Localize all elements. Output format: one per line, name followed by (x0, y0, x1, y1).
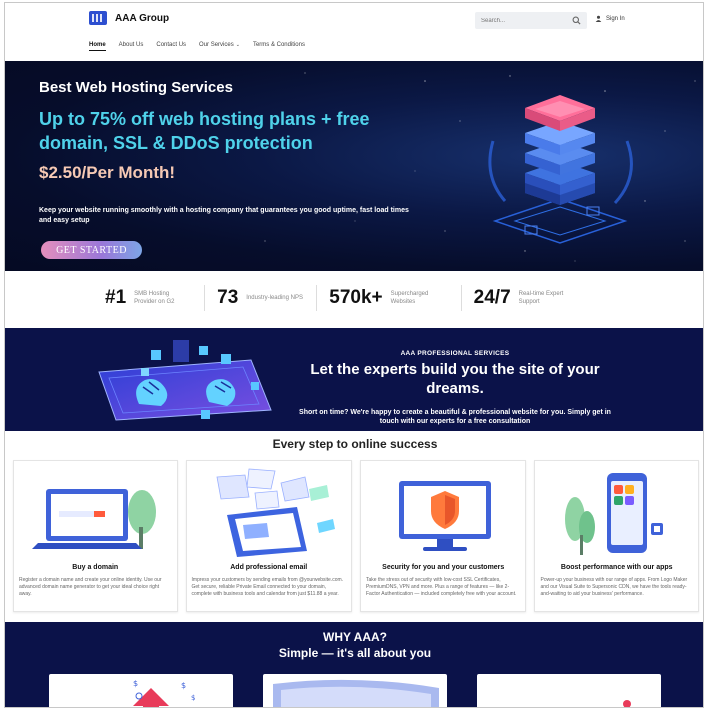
stat-label: Industry-leading NPS (246, 295, 303, 301)
hero-price: $2.50/Per Month! (39, 163, 176, 182)
stat-value: #1 (105, 287, 127, 308)
card-title: Boost performance with our apps (560, 564, 673, 571)
server-stack-illustration (488, 95, 633, 244)
card-text: Power-up your business with our range of… (540, 577, 688, 597)
why-card (263, 674, 447, 707)
stat-label: Real-time Expert Support (518, 291, 564, 305)
app-icons-illustration (623, 700, 631, 707)
card-title: Buy a domain (72, 564, 119, 571)
laptop-domain-illustration (32, 489, 156, 549)
laptop-hands-illustration (98, 340, 272, 421)
steps-cards: Buy a domain Register a domain name and … (13, 460, 699, 612)
stat-item: 24/7 Real-time Expert Support (460, 285, 589, 311)
logo-icon (89, 11, 107, 25)
stat-item: #1 SMB Hosting Provider on G2 (105, 285, 204, 311)
svg-text:$: $ (191, 694, 195, 702)
chevron-down-icon: ⌄ (235, 42, 240, 48)
search-icon[interactable] (572, 16, 581, 25)
stat-label: SMB Hosting Provider on G2 (134, 291, 175, 305)
nav-our-services-label: Our Services (199, 42, 234, 48)
professional-services-banner: AAA PROFESSIONAL SERVICES Let the expert… (5, 328, 703, 431)
email-envelopes-illustration (216, 468, 335, 557)
why-title: WHY AAA? (323, 630, 387, 644)
card-text: Take the stress out of security with low… (366, 577, 517, 597)
search-box (475, 12, 587, 29)
page: AAA Group Sign In Home About Us Contact … (4, 2, 704, 708)
stats-row: #1 SMB Hosting Provider on G2 73 Industr… (105, 283, 625, 313)
get-started-button[interactable]: GET STARTED (41, 241, 142, 259)
brand-name: AAA Group (115, 12, 170, 24)
nav-about-us[interactable]: About Us (119, 42, 144, 51)
why-card: $ $ $ (49, 674, 233, 707)
phone-apps-illustration (565, 473, 664, 555)
search-input[interactable] (481, 17, 572, 24)
sign-in-label: Sign In (606, 15, 625, 22)
stat-item: 570k+ Supercharged Websites (316, 285, 460, 311)
hero-kicker: Best Web Hosting Services (39, 79, 233, 96)
site-header: AAA Group Sign In Home About Us Contact … (5, 3, 703, 61)
svg-text:$: $ (133, 679, 138, 688)
hero-headline: Up to 75% off web hosting plans + free d… (39, 109, 370, 153)
nav-home[interactable]: Home (89, 42, 106, 51)
stat-value: 570k+ (329, 287, 383, 308)
brand-logo[interactable]: AAA Group (89, 11, 169, 25)
nav-contact-us[interactable]: Contact Us (156, 42, 186, 51)
services-subtitle: Short on time? We're happy to create a b… (299, 409, 611, 425)
card-text: Impress your customers by sending emails… (191, 577, 344, 597)
step-card-security[interactable]: Security for you and your customers Take… (360, 460, 527, 612)
nav-our-services[interactable]: Our Services ⌄ (199, 42, 240, 51)
why-card (477, 674, 661, 707)
step-card-email[interactable]: Add professional email Impress your cust… (185, 460, 352, 612)
step-card-domain[interactable]: Buy a domain Register a domain name and … (13, 460, 178, 612)
step-card-apps[interactable]: Boost performance with our apps Power-up… (534, 460, 699, 612)
main-nav: Home About Us Contact Us Our Services ⌄ T… (89, 42, 305, 51)
card-title: Add professional email (230, 564, 308, 571)
sign-in-link[interactable]: Sign In (595, 15, 625, 22)
card-title: Security for you and your customers (382, 564, 505, 571)
nav-terms[interactable]: Terms & Conditions (253, 42, 305, 51)
stat-item: 73 Industry-leading NPS (204, 285, 316, 311)
steps-heading: Every step to online success (272, 437, 438, 451)
monitor-shield-illustration (399, 481, 491, 551)
hero-description: Keep your website running smoothly with … (39, 207, 409, 224)
stat-value: 24/7 (473, 287, 511, 308)
services-title: Let the experts build you the site of yo… (310, 361, 600, 397)
stat-label: Supercharged Websites (390, 291, 429, 305)
user-icon (595, 15, 602, 22)
stat-value: 73 (217, 287, 239, 308)
browser-window-illustration (273, 679, 439, 707)
services-kicker: AAA PROFESSIONAL SERVICES (400, 350, 510, 357)
svg-text:$: $ (181, 681, 186, 690)
why-subtitle: Simple — it's all about you (278, 646, 432, 660)
growth-arrow-illustration: $ $ $ (133, 679, 195, 707)
why-section: WHY AAA? Simple — it's all about you $ $… (5, 622, 703, 707)
hero-banner: Best Web Hosting Services Up to 75% off … (5, 61, 703, 271)
card-text: Register a domain name and create your o… (19, 577, 162, 597)
